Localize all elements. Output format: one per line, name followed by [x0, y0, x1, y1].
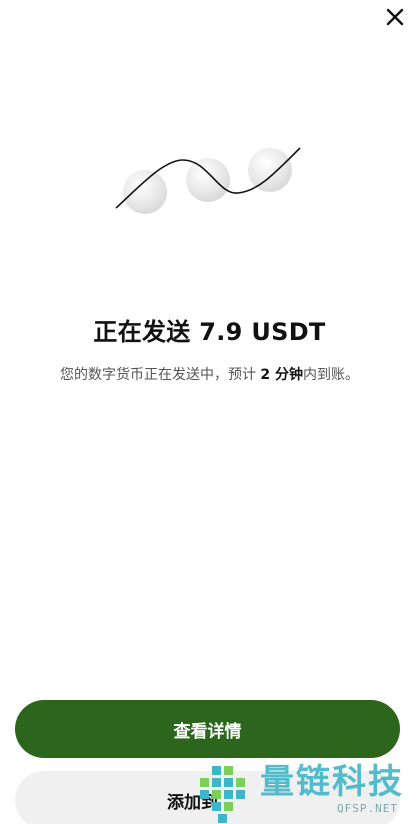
view-details-label: 查看详情: [173, 721, 242, 742]
add-to-label: 添加到: [167, 792, 218, 813]
coin-shape: [248, 148, 292, 192]
subtitle-eta: 2 分钟: [260, 367, 304, 383]
subtitle-suffix: 内到账。: [303, 367, 360, 383]
coins-wave-illustration: [115, 147, 301, 214]
status-subtitle: 您的数字货币正在发送中，预计 2 分钟内到账。: [0, 364, 419, 384]
coin-shape: [123, 170, 167, 214]
subtitle-prefix: 您的数字货币正在发送中，预计: [59, 367, 261, 383]
view-details-button[interactable]: 查看详情: [15, 700, 400, 758]
status-title: 正在发送 7.9 USDT: [93, 318, 326, 346]
sending-status-screen: 正在发送 7.9 USDT 您的数字货币正在发送中，预计 2 分钟内到账。 查看…: [0, 0, 419, 824]
close-icon: [386, 8, 404, 26]
add-to-button[interactable]: 添加到: [15, 771, 400, 824]
close-button[interactable]: [380, 2, 410, 32]
coin-shape: [186, 158, 230, 202]
